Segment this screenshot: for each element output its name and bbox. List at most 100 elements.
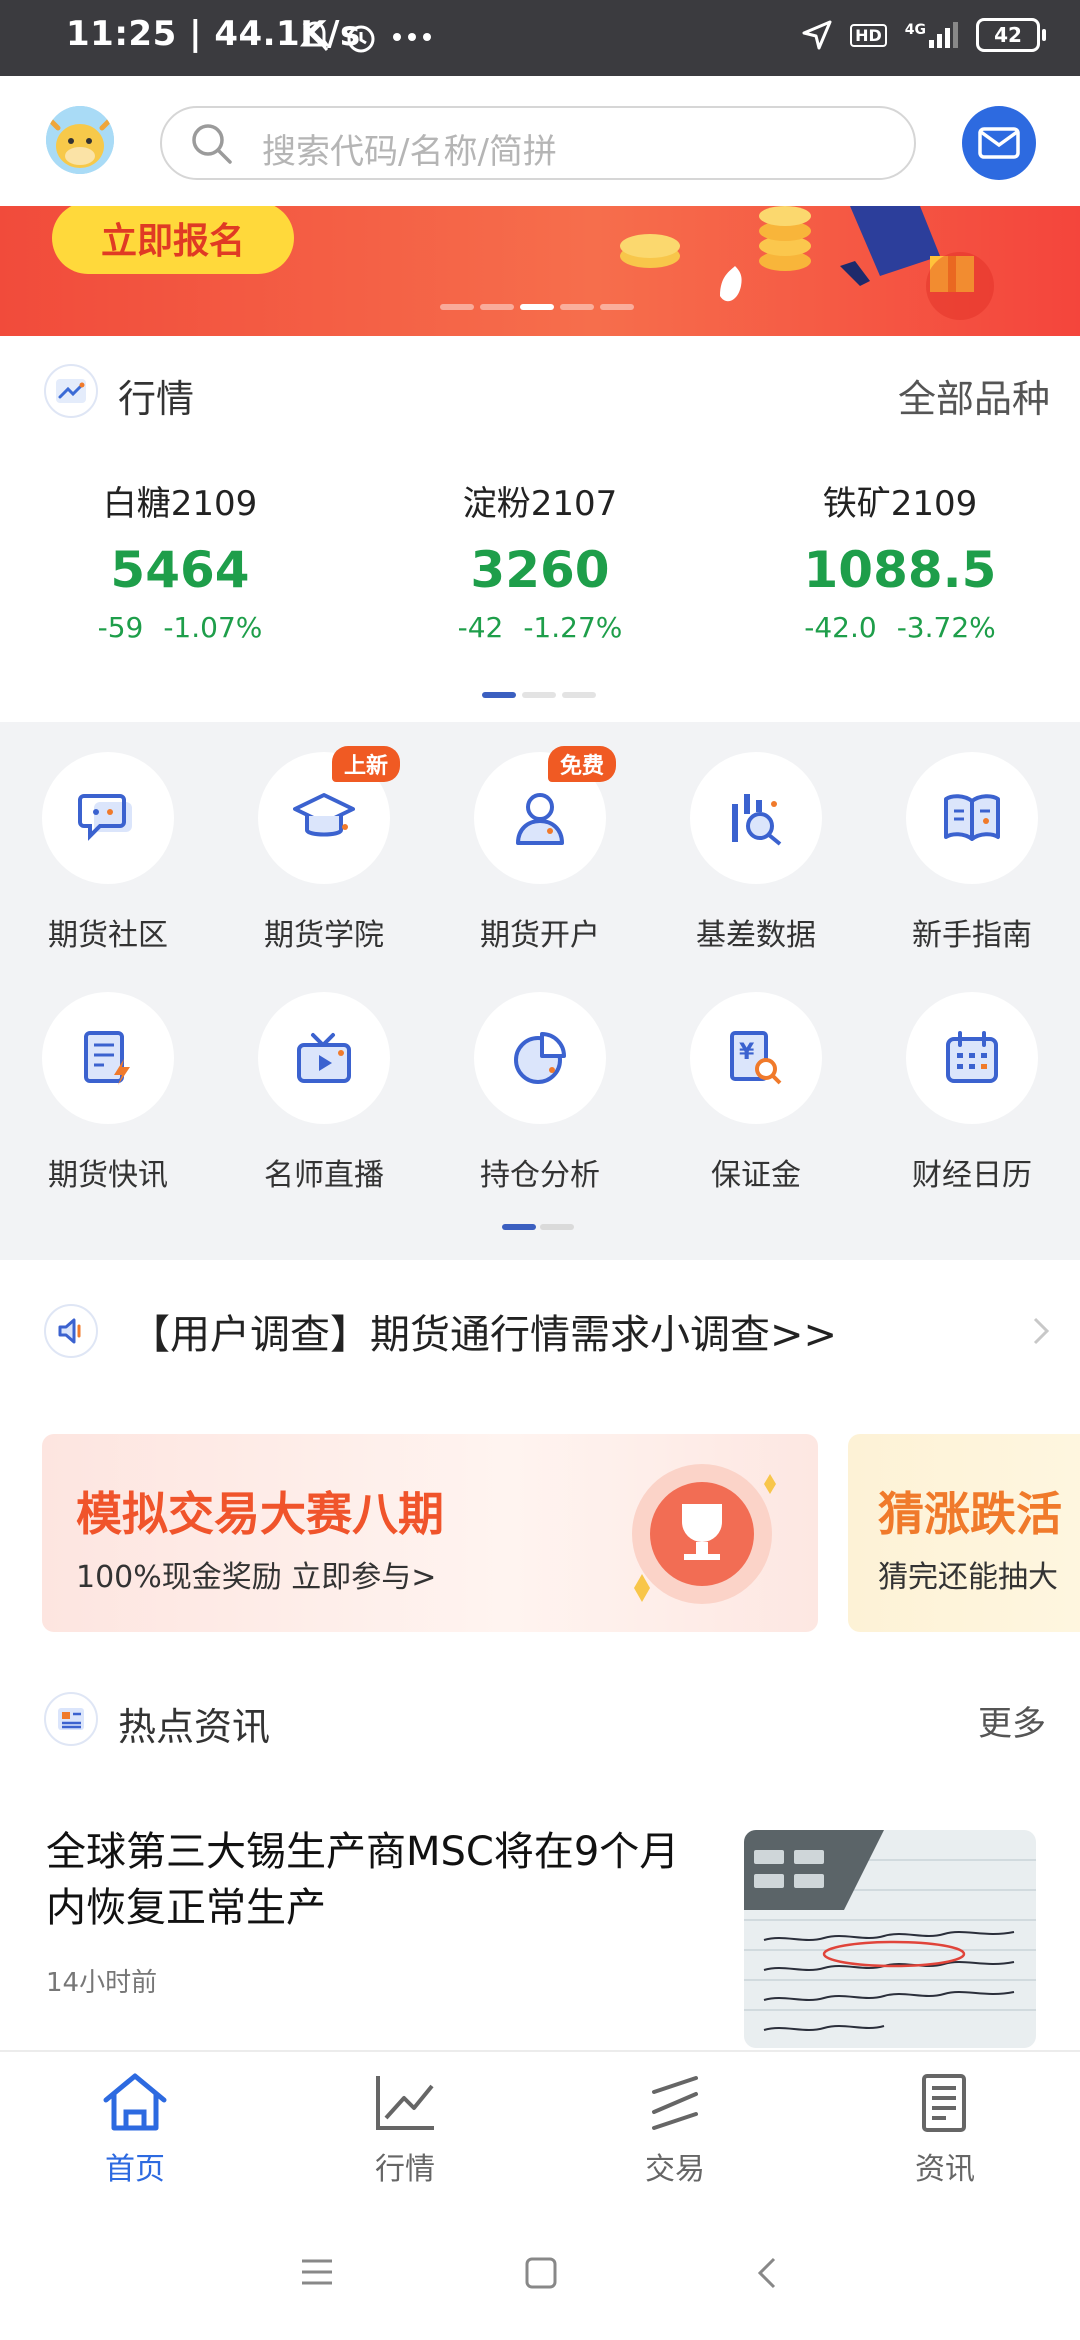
shortcut-label: 新手指南 — [912, 918, 1032, 953]
document-icon — [922, 2074, 966, 2132]
menu-icon[interactable] — [300, 2258, 334, 2286]
quote-price: 1088.5 — [803, 541, 997, 599]
line-chart-icon — [376, 2076, 434, 2130]
promo-title: 猜涨跌活 — [878, 1487, 1062, 1541]
book-icon — [906, 752, 1038, 884]
status-right-icons: HD 4G 42 — [802, 18, 1046, 52]
quote-card[interactable]: 白糖2109 5464 -59 -1.07% — [0, 476, 360, 644]
news-timestamp: 14小时前 — [46, 1968, 158, 1998]
quote-price: 3260 — [470, 541, 610, 599]
shortcut-label: 期货开户 — [480, 918, 600, 953]
news-thumbnail[interactable] — [744, 1830, 1036, 2048]
promo-card-trading-contest[interactable]: 模拟交易大赛八期 100%现金奖励 立即参与> — [42, 1434, 818, 1632]
alarm-icon — [347, 25, 375, 53]
shortcut-margin[interactable]: ¥ 保证金 — [648, 992, 864, 1194]
quote-change: -59 -1.07% — [97, 611, 263, 644]
tab-label: 行情 — [375, 2152, 435, 2187]
trade-icon — [652, 2076, 698, 2130]
news-section-title: 热点资讯 — [118, 1705, 271, 1749]
quote-name: 淀粉2107 — [462, 484, 618, 524]
shortcut-label: 基差数据 — [696, 918, 816, 953]
shortcut-live-streaming[interactable]: 名师直播 — [216, 992, 432, 1194]
promo-title: 模拟交易大赛八期 — [76, 1487, 444, 1541]
back-icon[interactable] — [756, 2256, 778, 2290]
notice-bar[interactable]: 【用户调查】期货通行情需求小调查>> — [0, 1260, 1080, 1402]
shortcut-label: 期货社区 — [48, 918, 168, 953]
svg-text:¥: ¥ — [739, 1040, 755, 1065]
signal-icon: 4G — [905, 22, 958, 48]
battery-icon: 42 — [976, 18, 1046, 52]
quote-change: -42.0 -3.72% — [804, 611, 996, 644]
home-square-icon[interactable] — [524, 2256, 558, 2290]
shortcut-futures-community[interactable]: 期货社区 — [0, 752, 216, 954]
tab-label: 交易 — [645, 2152, 705, 2187]
speaker-icon — [44, 1304, 98, 1358]
quote-change: -42 -1.27% — [457, 611, 623, 644]
more-dots-icon — [393, 33, 431, 41]
yen-search-icon: ¥ — [690, 992, 822, 1124]
app-header: 搜索代码/名称/简拼 — [0, 76, 1080, 206]
shortcut-flash-news[interactable]: 期货快讯 — [0, 992, 216, 1194]
bell-off-icon — [300, 21, 330, 51]
bottom-navigation: 首页 行情 交易 资讯 — [0, 2050, 1080, 2208]
shortcut-label: 持仓分析 — [480, 1158, 600, 1193]
hot-news-section: 热点资讯 更多 全球第三大锡生产商MSC将在9个月内恢复正常生产 14小时前 — [0, 1662, 1080, 2050]
trophy-icon — [632, 1464, 776, 1604]
quote-pagination — [482, 692, 596, 698]
shortcut-label: 期货学院 — [264, 918, 384, 953]
data-search-icon — [690, 752, 822, 884]
market-section: 行情 全部品种 白糖2109 5464 -59 -1.07% 淀粉2107 326… — [0, 336, 1080, 722]
banner-illustration-icon — [620, 206, 994, 320]
shortcut-label: 财经日历 — [912, 1158, 1032, 1193]
search-placeholder: 搜索代码/名称/简拼 — [262, 132, 557, 172]
news-headline[interactable]: 全球第三大锡生产商MSC将在9个月内恢复正常生产 — [46, 1824, 706, 1936]
avatar[interactable] — [46, 106, 114, 174]
news-list-icon — [44, 1692, 98, 1746]
search-icon — [192, 124, 232, 164]
market-title: 行情 — [118, 377, 195, 421]
banner-cta-button[interactable]: 立即报名 — [52, 206, 294, 274]
quote-card[interactable]: 铁矿2109 1088.5 -42.0 -3.72% — [720, 476, 1080, 644]
shortcut-label: 名师直播 — [264, 1158, 384, 1193]
status-left-icons — [300, 20, 432, 54]
free-badge: 免费 — [547, 746, 616, 782]
chat-icon — [42, 752, 174, 884]
new-badge: 上新 — [331, 746, 400, 782]
mail-icon — [978, 127, 1020, 159]
home-icon — [103, 2073, 167, 2131]
shortcut-label: 保证金 — [711, 1158, 801, 1193]
all-varieties-link[interactable]: 全部品种 — [898, 368, 1050, 423]
user-icon: 免费 — [474, 746, 616, 884]
tab-trade[interactable]: 交易 — [540, 2072, 810, 2188]
search-input[interactable]: 搜索代码/名称/简拼 — [160, 106, 916, 180]
shortcut-position-analysis[interactable]: 持仓分析 — [432, 992, 648, 1194]
pie-chart-icon — [474, 992, 606, 1124]
promo-carousel: 模拟交易大赛八期 100%现金奖励 立即参与> 猜涨跌活 猜完还能抽大 — [0, 1402, 1080, 1662]
tab-label: 首页 — [105, 2152, 165, 2187]
chevron-right-icon — [1033, 1317, 1050, 1345]
system-navigation-bar — [0, 2208, 1080, 2340]
shortcut-open-account[interactable]: 免费 期货开户 — [432, 746, 648, 954]
trend-chart-icon — [44, 364, 98, 418]
calendar-icon — [906, 992, 1038, 1124]
shortcut-basis-data[interactable]: 基差数据 — [648, 752, 864, 954]
tab-news[interactable]: 资讯 — [810, 2072, 1080, 2188]
flash-news-icon — [42, 992, 174, 1124]
tab-market[interactable]: 行情 — [270, 2072, 540, 2188]
shortcut-futures-academy[interactable]: 上新 期货学院 — [216, 746, 432, 954]
promo-card-guess-rise-fall[interactable]: 猜涨跌活 猜完还能抽大 — [848, 1434, 1080, 1632]
news-more-link[interactable]: 更多 — [978, 1696, 1046, 1745]
message-button[interactable] — [962, 106, 1036, 180]
shortcut-beginner-guide[interactable]: 新手指南 — [864, 752, 1080, 954]
promo-banner[interactable]: 立即报名 — [0, 206, 1080, 336]
promo-subtitle: 100%现金奖励 立即参与> — [76, 1560, 437, 1595]
quote-name: 铁矿2109 — [822, 484, 978, 524]
shortcut-finance-calendar[interactable]: 财经日历 — [864, 992, 1080, 1194]
status-bar: 11:25 | 44.1K/s HD 4G 42 — [0, 0, 1080, 76]
hd-icon: HD — [850, 23, 887, 47]
shortcut-grid: 期货社区 上新 期货学院 免费 期货开户 基差数据 新手指南 期货快讯 名师直播… — [0, 722, 1080, 1256]
tab-home[interactable]: 首页 — [0, 2072, 270, 2188]
tab-label: 资讯 — [915, 2152, 975, 2187]
quote-card[interactable]: 淀粉2107 3260 -42 -1.27% — [360, 476, 720, 644]
banner-pagination — [440, 304, 634, 310]
